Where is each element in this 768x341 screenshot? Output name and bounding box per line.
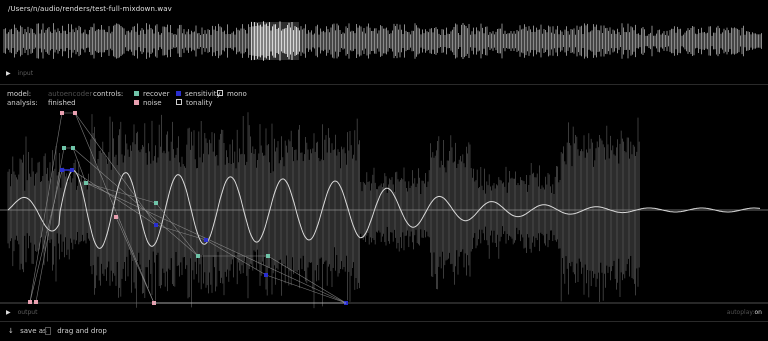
playhead-selection (253, 22, 299, 60)
save-as-label: save as (20, 327, 47, 335)
output-waveform-editor[interactable] (0, 105, 768, 310)
noise-swatch (134, 99, 139, 105)
controls-label: controls: (93, 90, 124, 98)
sensitivity-swatch (176, 90, 181, 96)
noise-control-node[interactable] (60, 111, 64, 115)
output-toggle-label: output (17, 309, 38, 316)
input-toggle[interactable]: ▶ input (6, 70, 33, 77)
control-mono-label: mono (227, 90, 247, 98)
autoplay-label: autoplay: (726, 309, 755, 316)
play-icon: ▶ (6, 70, 11, 77)
autoplay-toggle[interactable]: autoplay:on (727, 309, 762, 316)
input-toggle-label: input (17, 70, 34, 77)
divider (0, 321, 768, 322)
mono-checkbox (217, 90, 223, 96)
sensitivity-control-node[interactable] (154, 223, 158, 227)
recover-control-node[interactable] (84, 181, 88, 185)
recover-control-node[interactable] (196, 254, 200, 258)
overview-waveform[interactable] (0, 20, 768, 62)
recover-control-node[interactable] (62, 146, 66, 150)
control-mono[interactable]: mono (217, 90, 247, 98)
control-recover[interactable]: recover (134, 90, 170, 98)
model-value[interactable]: autoencoder (48, 90, 92, 98)
recover-control-node[interactable] (154, 201, 158, 205)
file-path: /Users/n/audio/renders/test-full-mixdown… (8, 5, 172, 13)
control-recover-label: recover (143, 90, 170, 98)
save-as-button[interactable]: ↓ save as (8, 327, 47, 335)
noise-control-node[interactable] (34, 300, 38, 304)
noise-control-node[interactable] (114, 215, 118, 219)
noise-control-node[interactable] (73, 111, 77, 115)
divider (0, 84, 768, 85)
recover-control-node[interactable] (266, 254, 270, 258)
recover-control-node[interactable] (71, 146, 75, 150)
noise-control-node[interactable] (28, 300, 32, 304)
control-sensitivity[interactable]: sensitivity (176, 90, 221, 98)
document-icon (45, 327, 51, 335)
recover-swatch (134, 90, 139, 96)
play-icon: ▶ (6, 309, 11, 316)
download-icon: ↓ (8, 327, 14, 335)
drag-and-drop-area[interactable]: drag and drop (45, 327, 107, 335)
sensitivity-control-node[interactable] (204, 238, 208, 242)
model-label: model: (7, 90, 32, 98)
drag-and-drop-label: drag and drop (57, 327, 107, 335)
autoplay-value: on (754, 309, 762, 316)
output-toggle[interactable]: ▶ output (6, 309, 37, 316)
control-sensitivity-label: sensitivity (185, 90, 221, 98)
sensitivity-control-node[interactable] (264, 273, 268, 277)
